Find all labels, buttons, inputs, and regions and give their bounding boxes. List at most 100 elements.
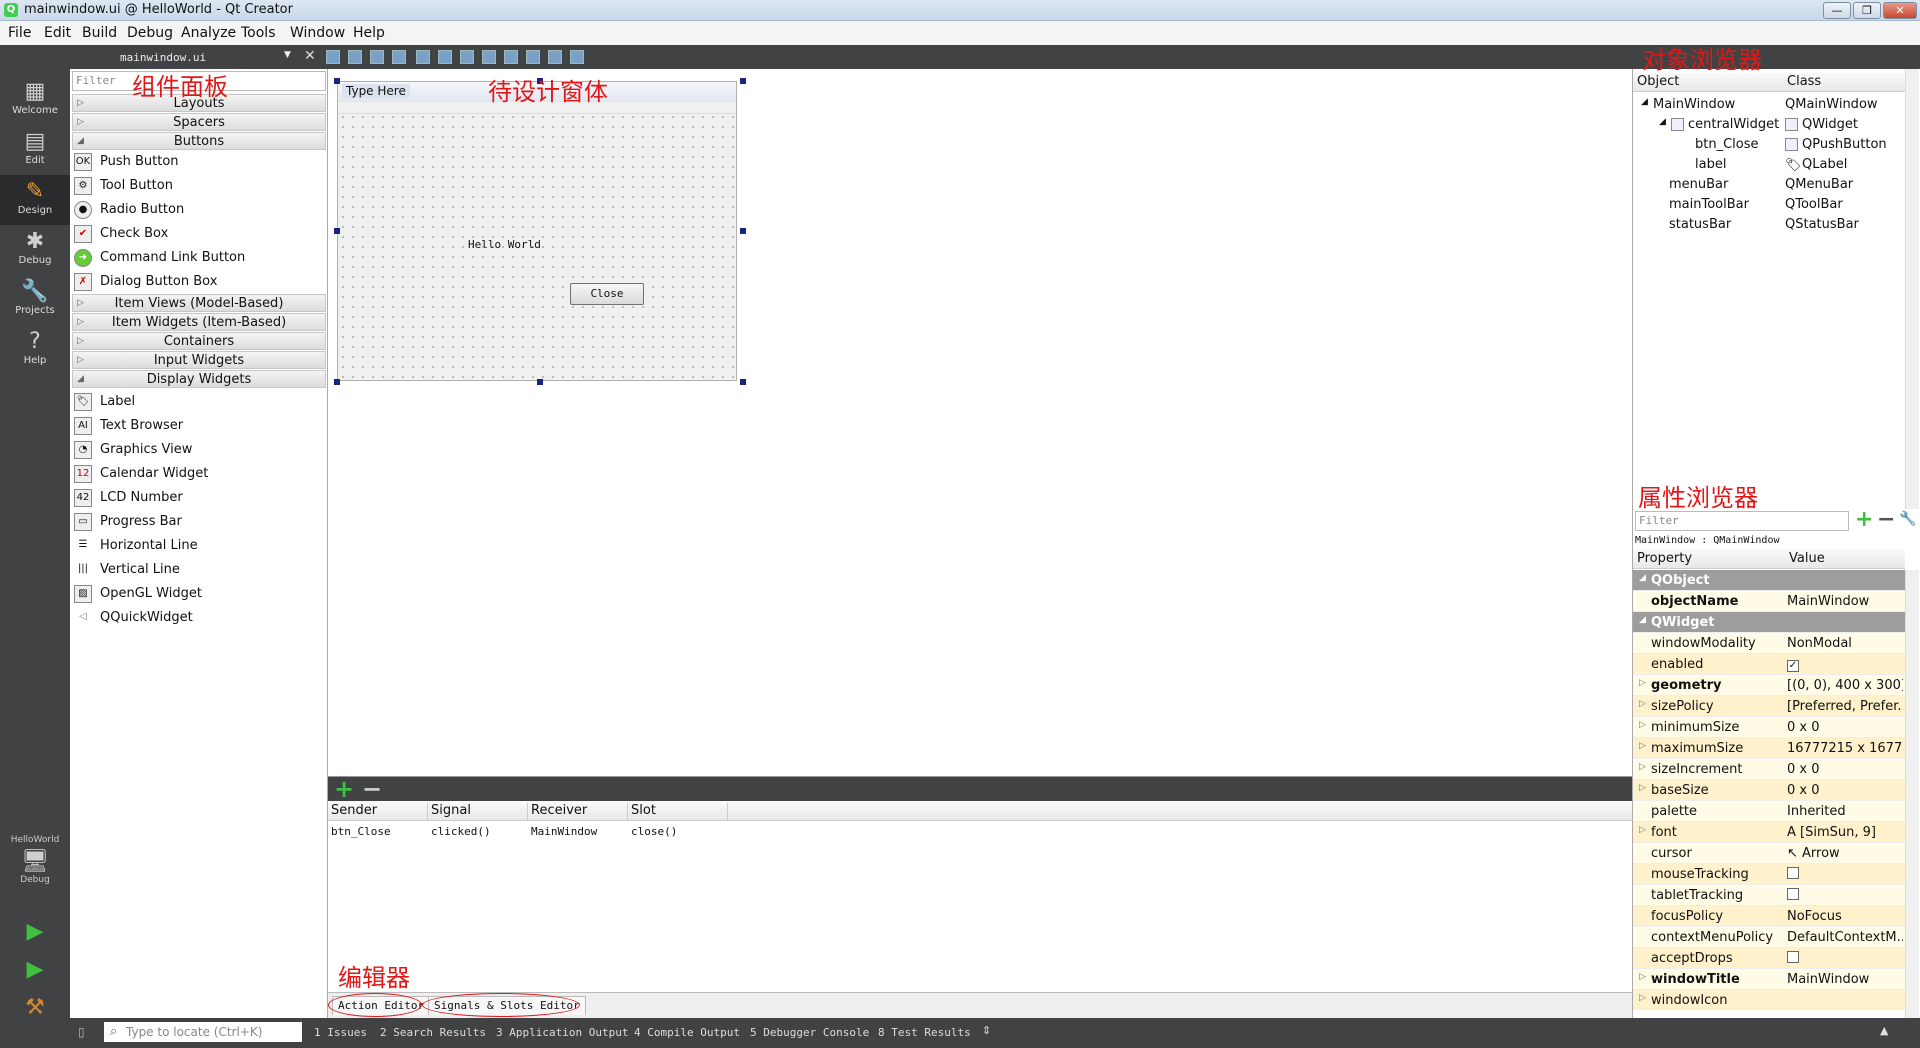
property-row[interactable]: tabletTracking	[1633, 885, 1905, 906]
layout-vertical-icon[interactable]	[438, 50, 452, 64]
edit-tab-order-icon[interactable]	[392, 50, 406, 64]
cell-sender[interactable]: btn_Close	[331, 825, 391, 838]
output-tab-debugger-console[interactable]: 5 Debugger Console	[750, 1026, 869, 1039]
property-filter-input[interactable]: Filter	[1635, 511, 1849, 531]
object-row[interactable]: btn_Close QPushButton	[1633, 135, 1905, 155]
chevron-up-icon[interactable]: ▲	[1880, 1024, 1888, 1037]
widget-text-browser[interactable]: AI Text Browser	[74, 415, 183, 437]
debug-run-button[interactable]: ▶	[0, 953, 70, 989]
menu-edit[interactable]: Edit	[44, 25, 71, 41]
cell-receiver[interactable]: MainWindow	[531, 825, 597, 838]
locate-input[interactable]: Type to locate (Ctrl+K)	[104, 1022, 302, 1042]
widget-horizontal-line[interactable]: ☰ Horizontal Line	[74, 535, 198, 557]
property-group-qobject[interactable]: ◢ QObject	[1633, 570, 1905, 591]
category-input-widgets[interactable]: ▷ Input Widgets	[72, 351, 326, 369]
widget-command-link-button[interactable]: ➜ Command Link Button	[74, 247, 245, 269]
property-row[interactable]: cursor ↖ Arrow	[1633, 843, 1905, 864]
edit-signals-icon[interactable]	[348, 50, 362, 64]
resize-handle[interactable]	[740, 78, 746, 84]
widget-push-button[interactable]: OK Push Button	[74, 151, 179, 173]
category-item-views[interactable]: ▷ Item Views (Model-Based)	[72, 294, 326, 312]
object-row[interactable]: ◢ MainWindow QMainWindow	[1633, 95, 1905, 115]
run-button[interactable]: ▶	[0, 915, 70, 951]
tablet-tracking-checkbox[interactable]	[1787, 888, 1799, 900]
property-row[interactable]: ▷ font A [SimSun, 9]	[1633, 822, 1905, 843]
mode-edit[interactable]: ▤ Edit	[0, 125, 70, 175]
output-tab-search-results[interactable]: 2 Search Results	[380, 1026, 486, 1039]
widget-calendar[interactable]: 12 Calendar Widget	[74, 463, 208, 485]
property-row[interactable]: palette Inherited	[1633, 801, 1905, 822]
kit-selector[interactable]: HelloWorld 🖥 Debug	[0, 835, 70, 905]
category-buttons[interactable]: ◢ Buttons	[72, 132, 326, 150]
property-row[interactable]: ▷ sizePolicy [Preferred, Prefer...	[1633, 696, 1905, 717]
mode-design[interactable]: ✎ Design	[0, 175, 70, 225]
property-row[interactable]: ▷ minimumSize 0 x 0	[1633, 717, 1905, 738]
category-item-widgets[interactable]: ▷ Item Widgets (Item-Based)	[72, 313, 326, 331]
add-icon[interactable]: +	[334, 775, 354, 803]
remove-property-icon[interactable]: −	[1877, 507, 1895, 532]
resize-handle[interactable]	[334, 78, 340, 84]
property-row[interactable]: windowModality NonModal	[1633, 633, 1905, 654]
layout-grid-icon[interactable]	[526, 50, 540, 64]
cell-signal[interactable]: clicked()	[431, 825, 491, 838]
updown-arrows-icon[interactable]: ⇕	[982, 1024, 991, 1037]
property-row[interactable]: enabled ✓	[1633, 654, 1905, 675]
mode-welcome[interactable]: ▦ Welcome	[0, 75, 70, 125]
property-row[interactable]: ▷ windowTitle MainWindow	[1633, 969, 1905, 990]
output-tab-test-results[interactable]: 8 Test Results	[878, 1026, 971, 1039]
menu-build[interactable]: Build	[82, 25, 117, 41]
file-tab[interactable]: mainwindow.ui ▼	[70, 45, 300, 69]
resize-handle[interactable]	[334, 228, 340, 234]
header-object[interactable]: Object	[1637, 74, 1679, 89]
widget-lcd-number[interactable]: 42 LCD Number	[74, 487, 183, 509]
property-row[interactable]: ▷ maximumSize 16777215 x 1677...	[1633, 738, 1905, 759]
output-tab-compile-output[interactable]: 4 Compile Output	[634, 1026, 740, 1039]
build-button[interactable]: ⚒	[0, 991, 70, 1021]
property-row[interactable]: acceptDrops	[1633, 948, 1905, 969]
property-row[interactable]: ▷ sizeIncrement 0 x 0	[1633, 759, 1905, 780]
resize-handle[interactable]	[334, 379, 340, 385]
category-spacers[interactable]: ▷ Spacers	[72, 113, 326, 131]
chevron-down-icon[interactable]: ▼	[284, 50, 291, 60]
header-receiver[interactable]: Receiver	[528, 803, 628, 821]
header-sender[interactable]: Sender	[328, 803, 428, 821]
hello-label[interactable]: Hello World	[468, 238, 541, 251]
layout-horizontal-icon[interactable]	[416, 50, 430, 64]
menu-window[interactable]: Window	[290, 25, 345, 41]
widget-graphics-view[interactable]: ◔ Graphics View	[74, 439, 192, 461]
object-row[interactable]: mainToolBar QToolBar	[1633, 195, 1905, 215]
header-class[interactable]: Class	[1787, 74, 1821, 89]
sidebar-toggle-icon[interactable]: ▯	[78, 1025, 85, 1039]
property-row[interactable]: ▷ geometry [(0, 0), 400 x 300]	[1633, 675, 1905, 696]
resize-handle[interactable]	[740, 228, 746, 234]
output-tab-issues[interactable]: 1 Issues	[314, 1026, 367, 1039]
restore-button[interactable]: ❐	[1853, 2, 1881, 19]
object-inspector-scrollbar[interactable]	[1905, 69, 1919, 509]
property-row[interactable]: mouseTracking	[1633, 864, 1905, 885]
main-window-form[interactable]: Type Here Hello World Close	[337, 81, 737, 381]
mode-help[interactable]: ? Help	[0, 325, 70, 375]
close-window-button[interactable]: ✕	[1883, 2, 1917, 19]
widget-check-box[interactable]: ✔ Check Box	[74, 223, 168, 245]
edit-buddies-icon[interactable]	[370, 50, 384, 64]
object-row[interactable]: ◢ centralWidget QWidget	[1633, 115, 1905, 135]
resize-handle[interactable]	[740, 379, 746, 385]
widget-qquickwidget[interactable]: ◁ QQuickWidget	[74, 607, 193, 629]
menu-help[interactable]: Help	[353, 25, 385, 41]
property-row[interactable]: ▷ windowIcon	[1633, 990, 1905, 1010]
close-icon[interactable]: ✕	[304, 48, 316, 64]
property-row[interactable]: focusPolicy NoFocus	[1633, 906, 1905, 927]
layout-form-icon[interactable]	[504, 50, 518, 64]
type-here-menu[interactable]: Type Here	[342, 84, 410, 98]
property-row[interactable]: ▷ baseSize 0 x 0	[1633, 780, 1905, 801]
minimize-button[interactable]: —	[1823, 2, 1851, 19]
edit-widgets-icon[interactable]	[326, 50, 340, 64]
menu-file[interactable]: File	[8, 25, 31, 41]
category-containers[interactable]: ▷ Containers	[72, 332, 326, 350]
object-row[interactable]: menuBar QMenuBar	[1633, 175, 1905, 195]
enabled-checkbox[interactable]: ✓	[1787, 660, 1799, 672]
wrench-icon[interactable]: 🔧	[1899, 511, 1916, 527]
widget-radio-button[interactable]: ● Radio Button	[74, 199, 184, 221]
menu-analyze[interactable]: Analyze	[181, 25, 236, 41]
header-signal[interactable]: Signal	[428, 803, 528, 821]
